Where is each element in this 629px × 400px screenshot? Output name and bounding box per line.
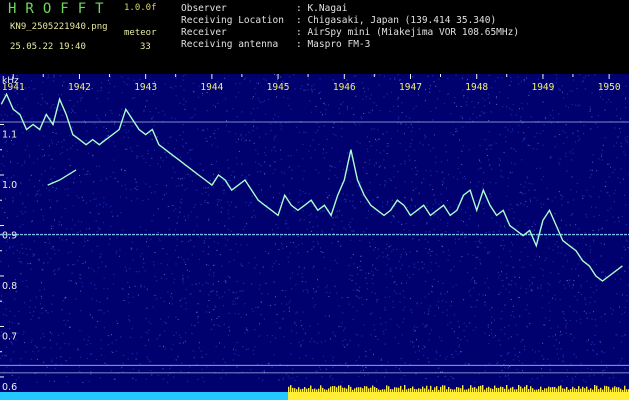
y-tick-label: 0.8 — [2, 281, 17, 292]
y-axis-label: kHz — [2, 76, 19, 86]
x-tick-label: 1946 — [333, 82, 356, 93]
bottom-bar-cyan — [0, 392, 289, 400]
meteor-label: meteor — [124, 28, 157, 38]
y-tick-label: 1.1 — [2, 129, 17, 140]
x-tick-label: 1944 — [200, 82, 223, 93]
capture-datetime: 25.05.22 19:40 — [10, 42, 86, 52]
header-panel: HROFFT 1.0.0f KN9_2505221940.png meteor … — [0, 0, 629, 74]
receiver-label: Receiver — [181, 27, 227, 38]
y-tick-label: 0.9 — [2, 230, 17, 241]
observer-label: Observer — [181, 3, 227, 14]
location-label: Receiving Location — [181, 15, 284, 26]
x-tick-label: 1943 — [134, 82, 157, 93]
bottom-bar-yellow — [288, 392, 629, 400]
spectrogram-background — [0, 74, 629, 400]
location-value: : Chigasaki, Japan (139.414 35.340) — [296, 15, 497, 26]
meteor-count: 33 — [140, 42, 151, 52]
x-tick-label: 1948 — [465, 82, 488, 93]
antenna-value: : Maspro FM-3 — [296, 39, 371, 50]
x-tick-label: 1945 — [267, 82, 290, 93]
receiver-value: : AirSpy mini (Miakejima VOR 108.65MHz) — [296, 27, 520, 38]
y-tick-label: 1.0 — [2, 180, 17, 191]
y-tick-label: 0.6 — [2, 382, 17, 393]
x-tick-label: 1947 — [399, 82, 422, 93]
x-tick-label: 1949 — [531, 82, 554, 93]
y-tick-label: 0.7 — [2, 331, 17, 342]
spectrogram-plot: 1941 1942 1943 1944 1945 1946 1947 1948 1949 1950… — [0, 74, 629, 400]
version-label: 1.0.0f — [124, 3, 157, 13]
app-title: HROFFT — [8, 1, 113, 17]
x-tick-label: 1942 — [68, 82, 91, 93]
antenna-label: Receiving antenna — [181, 39, 279, 50]
x-tick-label: 1950 — [598, 82, 621, 93]
observer-value: : K.Nagai — [296, 3, 348, 14]
file-name: KN9_2505221940.png — [10, 22, 108, 32]
